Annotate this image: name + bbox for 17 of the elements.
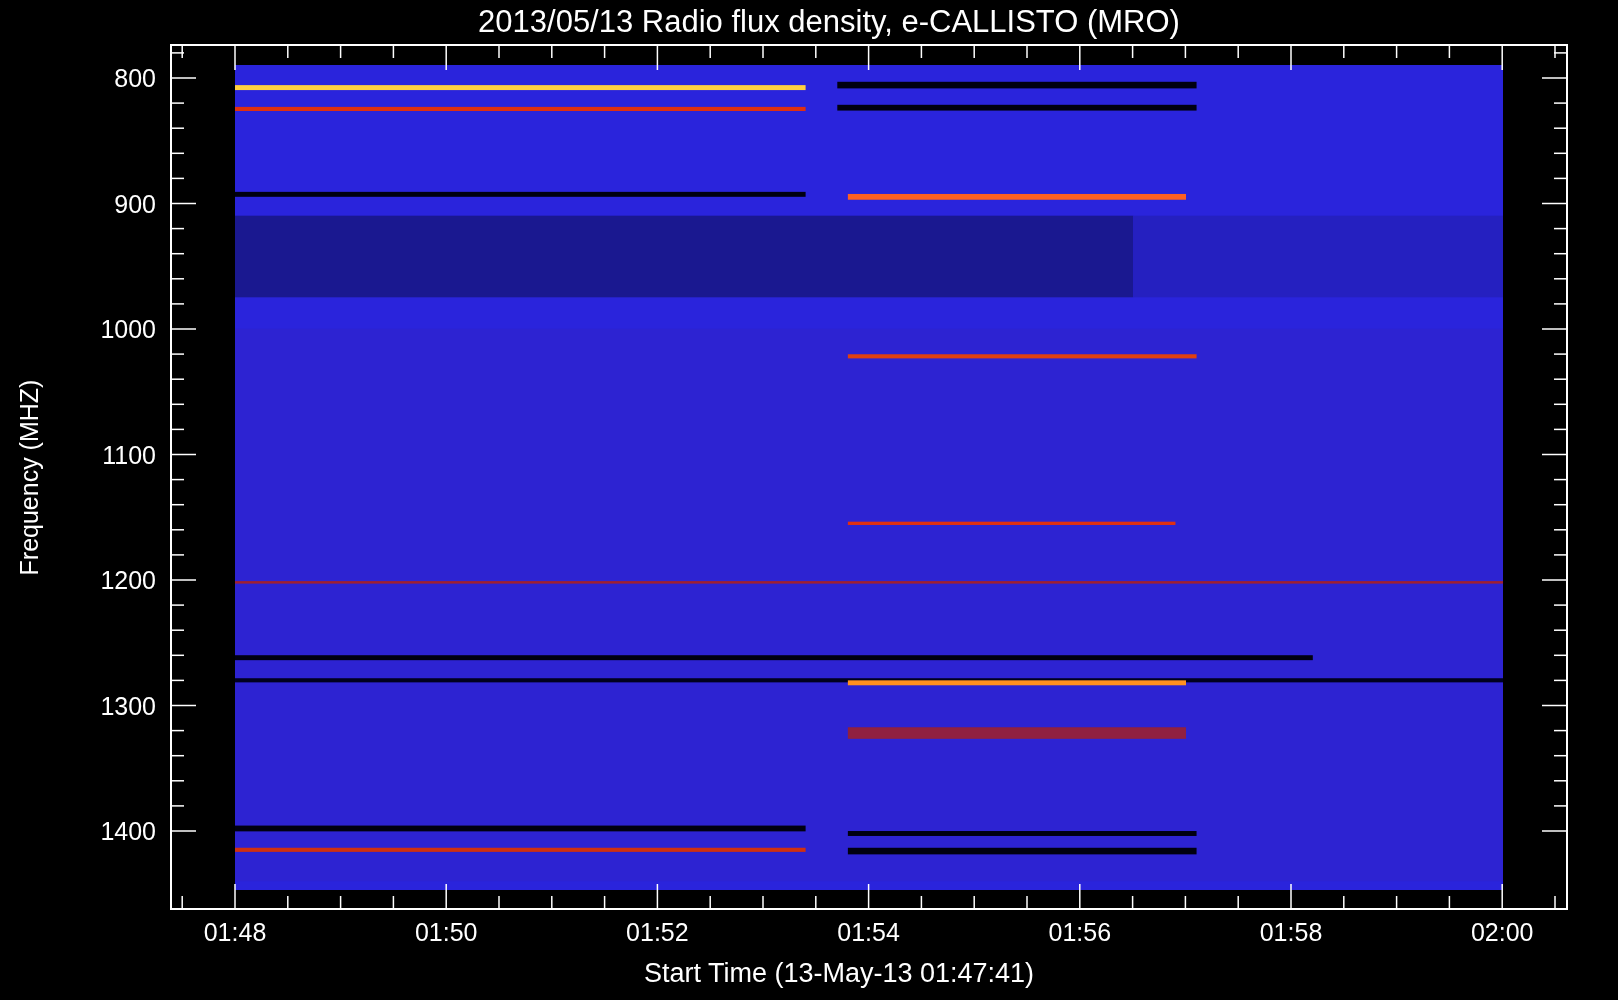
y-tick-label: 1100: [102, 440, 156, 469]
x-axis-label: Start Time (13-May-13 01:47:41): [643, 958, 1035, 988]
y-tick-label: 1000: [100, 314, 156, 344]
x-tick-label: 01:54: [837, 918, 900, 947]
chart-title: 2013/05/13 Radio flux density, e-CALLISTO (MRO): [477, 3, 1181, 41]
x-tick-label: 01:50: [414, 918, 478, 947]
y-tick-label: 800: [114, 63, 156, 93]
x-tick-label: 01:56: [1048, 918, 1112, 947]
x-tick-label: 01:48: [203, 918, 267, 947]
y-tick-label: 1200: [100, 565, 156, 595]
x-tick-label: 01:52: [626, 918, 689, 947]
x-tick-label: 01:58: [1259, 918, 1323, 947]
y-tick-label: 1400: [100, 816, 156, 846]
y-axis-label: Frequency (MHZ): [15, 379, 45, 575]
y-tick-label: 1300: [100, 691, 156, 720]
y-tick-label: 900: [114, 189, 156, 218]
x-tick-label: 02:00: [1470, 918, 1534, 947]
